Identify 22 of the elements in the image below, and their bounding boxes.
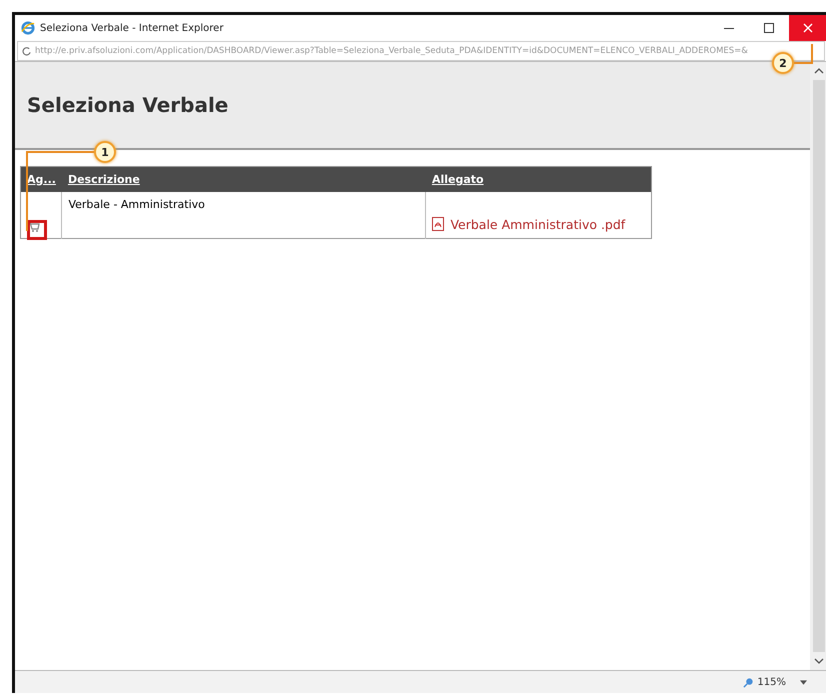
scroll-down-icon[interactable] [814,658,824,664]
highlight-frame [27,220,47,240]
zoom-icon [743,676,754,688]
maximize-icon [764,23,774,33]
scrollbar[interactable] [810,62,826,670]
page-heading: Seleziona Verbale [27,93,228,117]
column-header[interactable]: Descrizione [68,173,140,186]
column-header[interactable]: Allegato [432,173,484,186]
url-text: http://e.priv.afsoluzioni.com/Application/DASHBOARD/Viewer.asp?Table=Seleziona_Verbale_Seduta_PDA&IDENTITY=id&DOCUMENT=ELENCO_VERBALI_ADDEROMES=& [35,46,748,56]
zoom-level[interactable]: 115% [757,676,786,688]
cart-icon[interactable] [27,220,41,234]
close-button[interactable] [789,15,826,41]
table-cell: Verbale - Amministrativo [68,198,205,211]
close-icon [803,23,813,33]
browser-logo-icon [21,21,35,35]
dropdown-caret-icon[interactable] [800,680,807,684]
scroll-up-icon[interactable] [814,68,824,74]
callout-number: 2 [772,52,794,74]
pdf-icon [432,217,444,231]
attachment-link[interactable]: Verbale Amministrativo .pdf [432,216,626,232]
window-title: Seleziona Verbale - Internet Explorer [40,22,224,34]
reload-icon [22,46,31,56]
